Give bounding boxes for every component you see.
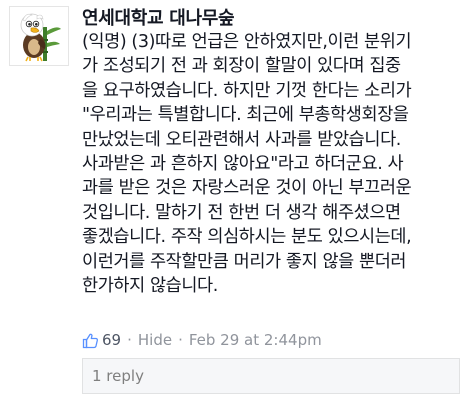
post-body: (익명) (3)따로 언급은 안하였지만,이런 분위기 가 조성되기 전 과 회… <box>82 30 470 298</box>
post-body-line: 것입니다. 말하기 전 한번 더 생각 해주셨으면 <box>82 202 401 223</box>
post-meta-row: 69 · Hide · Feb 29 at 2:44pm <box>82 329 322 351</box>
post-body-line: 한가하지 않습니다. <box>82 275 218 296</box>
post-body-line: (익명) (3)따로 언급은 안하였지만,이런 분위기 <box>82 32 412 52</box>
eagle-mascot-icon <box>10 7 68 65</box>
post-body-line: 사과받은 과 흔하지 않아요"라고 하더군요. 사 <box>82 153 404 174</box>
replies-label: 1 reply <box>92 367 144 385</box>
hide-link[interactable]: Hide <box>138 331 172 349</box>
post-body-line: 을 요구하였습니다. 하지만 기껏 한다는 소리가 <box>82 80 412 101</box>
like-count[interactable]: 69 <box>102 331 121 349</box>
view-replies-button[interactable]: 1 reply <box>82 358 460 394</box>
meta-separator: · <box>178 331 183 349</box>
post-body-line: "우리과는 특별합니다. 최근에 부총학생회장을 <box>82 105 409 126</box>
post-body-line: 좋겠습니다. 주작 의심하시는 분도 있으시는데, <box>82 227 412 248</box>
post-body-line: 과를 받은 것은 자랑스러운 것이 아닌 부끄러운 <box>82 178 412 199</box>
post-body-line: 가 조성되기 전 과 회장이 할말이 있다며 집중 <box>82 56 401 77</box>
thumbs-up-icon[interactable] <box>82 332 99 349</box>
post-timestamp[interactable]: Feb 29 at 2:44pm <box>189 331 322 349</box>
post-body-line: 만났었는데 오티관련해서 사과를 받았습니다. <box>82 129 401 150</box>
avatar[interactable] <box>9 6 69 66</box>
post-author-name[interactable]: 연세대학교 대나무숲 <box>82 4 235 30</box>
meta-separator: · <box>127 331 132 349</box>
post-body-line: 이런거를 주작할만큼 머리가 좋지 않을 뿐더러 <box>82 251 407 272</box>
